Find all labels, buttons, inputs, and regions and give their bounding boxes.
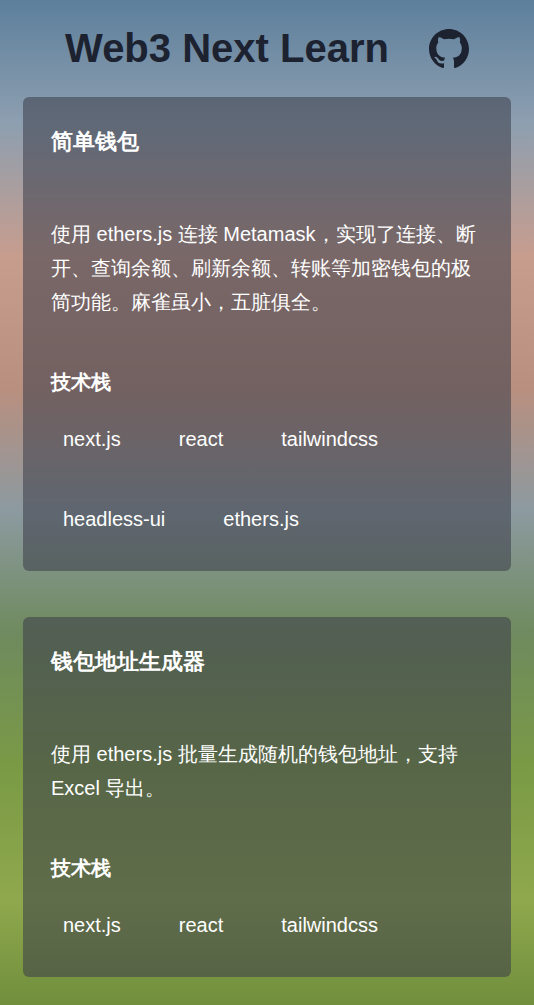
stack-tag: next.js — [51, 417, 133, 461]
stack-label: 技术栈 — [51, 853, 483, 883]
site-title[interactable]: Web3 Next Learn — [65, 26, 389, 71]
stack-tag: tailwindcss — [269, 417, 390, 461]
stack-tag: headless-ui — [51, 497, 177, 541]
card-description: 使用 ethers.js 批量生成随机的钱包地址，支持 Excel 导出。 — [51, 737, 483, 805]
stack-list: next.js react tailwindcss headless-ui ethers… — [51, 417, 483, 541]
stack-tag: ethers.js — [211, 497, 311, 541]
page-header: Web3 Next Learn — [23, 0, 511, 97]
card-description: 使用 ethers.js 连接 Metamask，实现了连接、断开、查询余额、刷… — [51, 217, 483, 319]
stack-tag: tailwindcss — [269, 903, 390, 947]
card-title[interactable]: 简单钱包 — [51, 127, 483, 157]
stack-tag: react — [167, 417, 235, 461]
project-card[interactable]: 钱包地址生成器使用 ethers.js 批量生成随机的钱包地址，支持 Excel… — [23, 617, 511, 977]
project-card[interactable]: 简单钱包使用 ethers.js 连接 Metamask，实现了连接、断开、查询… — [23, 97, 511, 571]
stack-label: 技术栈 — [51, 367, 483, 397]
stack-tag: next.js — [51, 903, 133, 947]
stack-tag: react — [167, 903, 235, 947]
card-title[interactable]: 钱包地址生成器 — [51, 647, 483, 677]
stack-list: next.js react tailwindcss — [51, 903, 483, 947]
github-icon[interactable] — [429, 29, 469, 69]
